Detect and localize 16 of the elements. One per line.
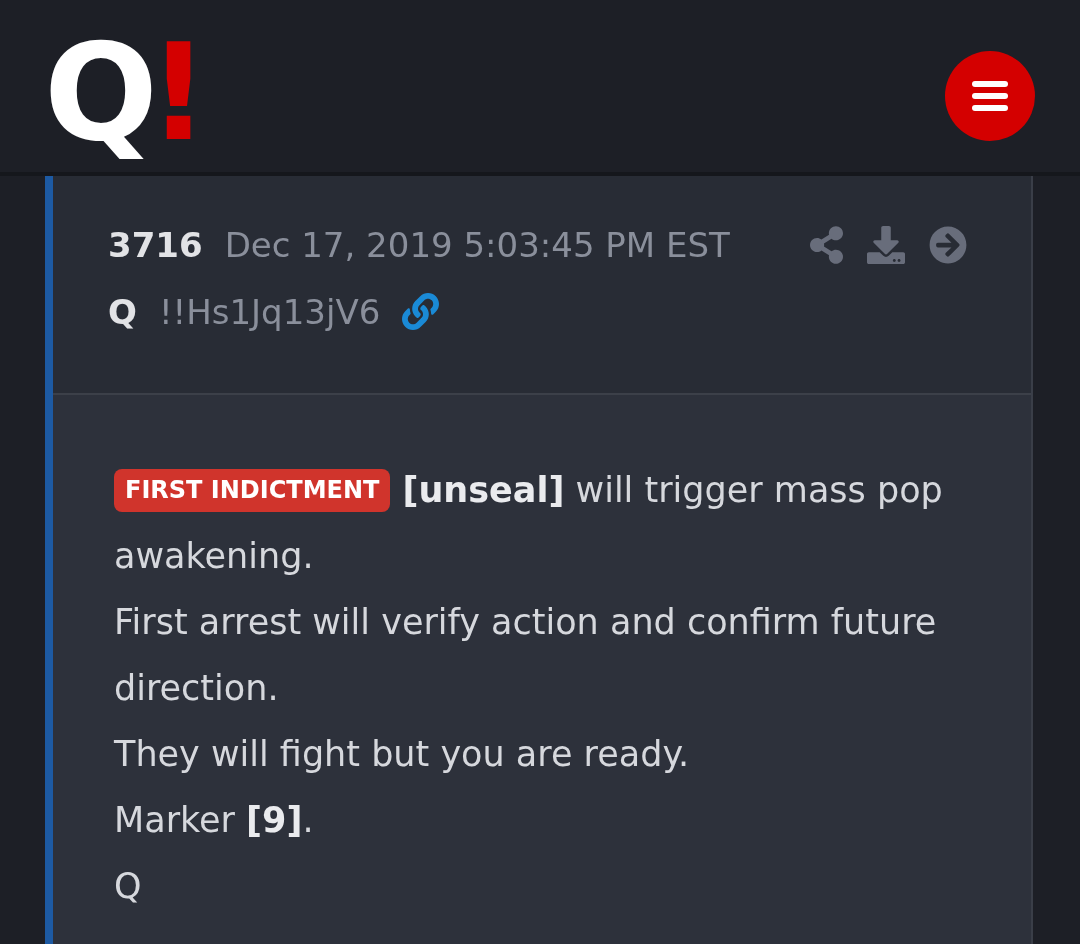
site-logo[interactable]: Q!: [44, 12, 210, 174]
post-text: Q: [114, 865, 143, 908]
tripcode: !!Hs1Jq13jV6: [158, 291, 381, 332]
post-text: First arrest will verify action and confirm future direction.: [114, 601, 938, 710]
post-number: 3716: [108, 224, 203, 265]
tag-badge: FIRST INDICTMENT: [114, 469, 391, 512]
download-icon[interactable]: [867, 225, 905, 264]
post-text: Marker [9].: [114, 799, 315, 842]
share-icon[interactable]: [810, 225, 843, 264]
link-icon[interactable]: [402, 293, 440, 330]
post-text: [unseal] will trigger mass pop: [402, 470, 943, 510]
post-text: They will fight but you are ready.: [114, 733, 691, 776]
menu-icon: [972, 81, 1008, 111]
post-timestamp: Dec 17, 2019 5:03:45 PM EST: [224, 224, 730, 265]
post-text: awakening.: [114, 535, 315, 578]
author-name: Q: [108, 291, 137, 332]
